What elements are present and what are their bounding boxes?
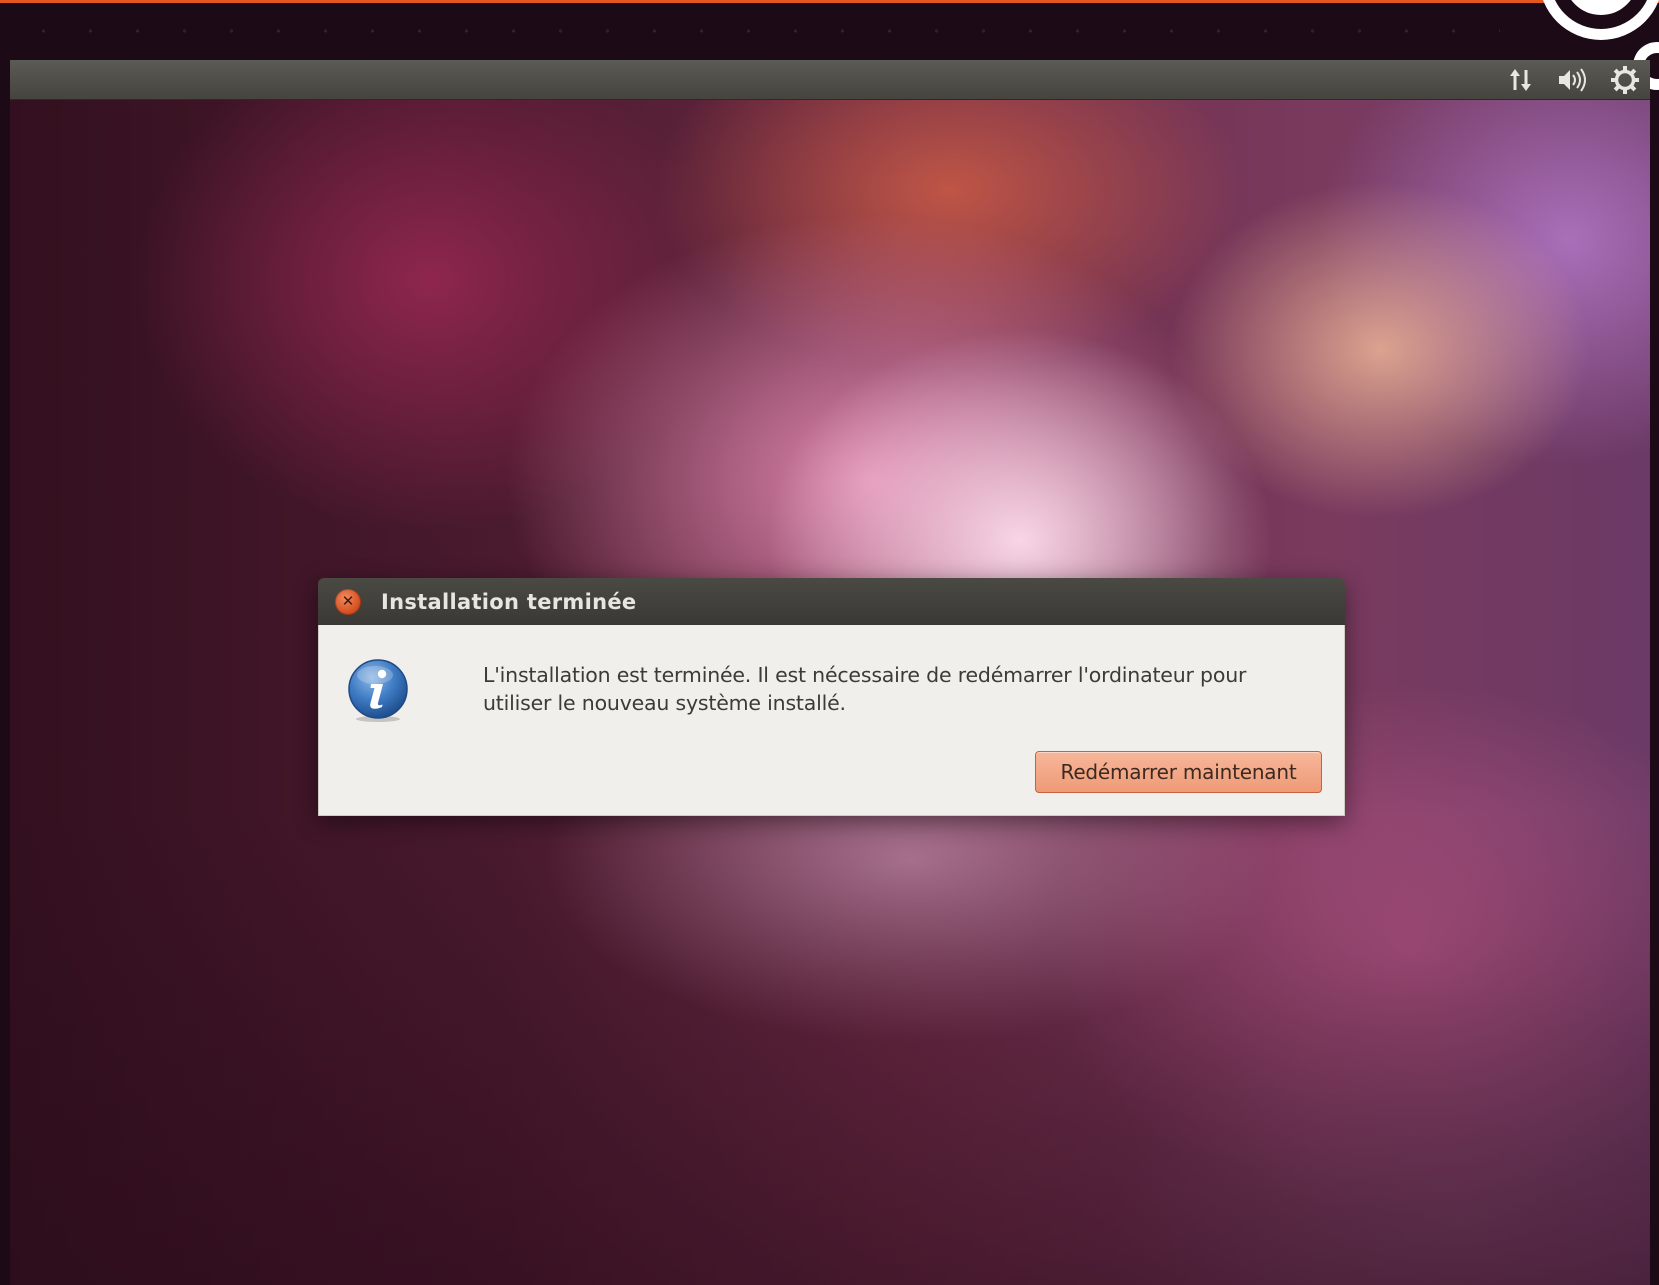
restart-now-button[interactable]: Redémarrer maintenant: [1035, 751, 1322, 793]
top-panel: [10, 60, 1650, 100]
close-button[interactable]: ✕: [335, 588, 361, 615]
installation-complete-dialog: ✕ Installation terminée L'installation e…: [318, 578, 1345, 816]
network-icon[interactable]: [1504, 63, 1538, 97]
dialog-message: L'installation est terminée. Il est néce…: [483, 663, 1247, 715]
gear-icon[interactable]: [1608, 63, 1642, 97]
frame-accent-line: [0, 0, 1659, 3]
volume-icon[interactable]: [1556, 63, 1590, 97]
screen-frame: ✕ Installation terminée L'installation e…: [0, 0, 1659, 1285]
dialog-body: L'installation est terminée. Il est néce…: [318, 625, 1345, 816]
dialog-titlebar: ✕ Installation terminée: [318, 578, 1345, 625]
info-icon: [345, 657, 411, 723]
close-icon: ✕: [341, 592, 355, 610]
decorative-dots: [0, 26, 1500, 36]
dialog-title: Installation terminée: [381, 589, 637, 614]
panel-indicators: [1504, 60, 1642, 100]
